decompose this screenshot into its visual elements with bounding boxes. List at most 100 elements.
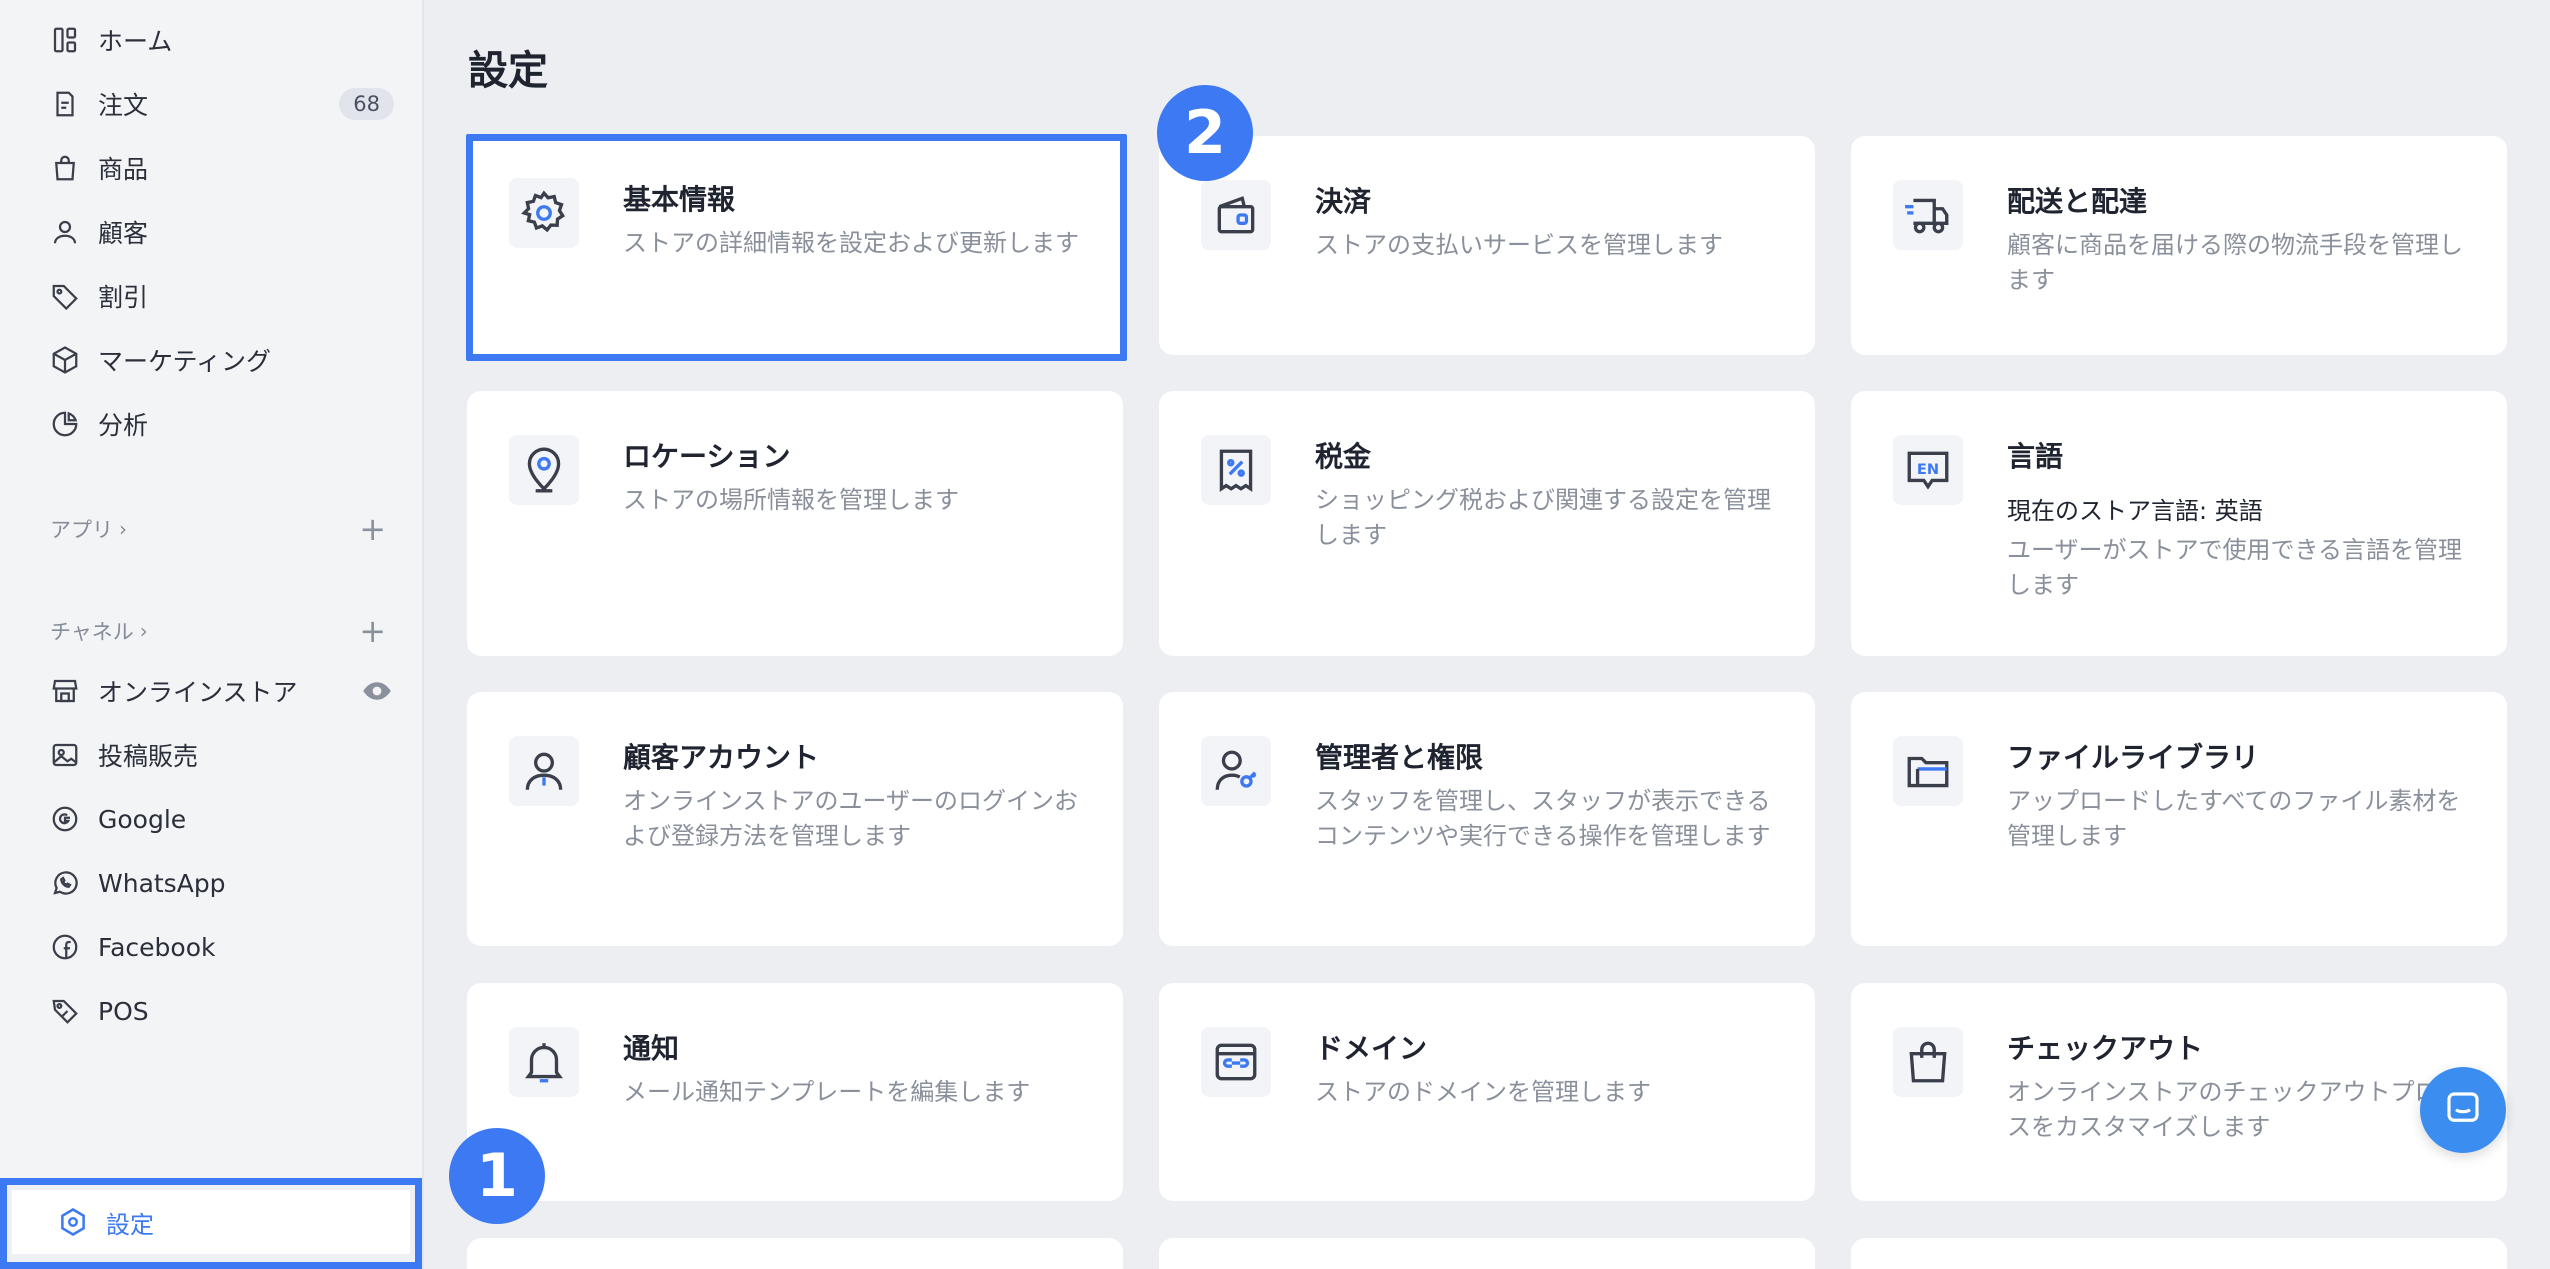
card-basic-info[interactable]: 基本情報 ストアの詳細情報を設定および更新します [466, 134, 1127, 361]
card-title: 基本情報 [623, 183, 736, 216]
channels-section-header[interactable]: チャネル › + [50, 611, 386, 651]
card-title: 管理者と権限 [1315, 741, 1484, 774]
order-count-badge: 68 [339, 88, 394, 120]
card-title: ドメイン [1315, 1032, 1428, 1065]
order-icon [48, 87, 82, 121]
tag-icon [48, 279, 82, 313]
sidebar-item-google[interactable]: Google [48, 795, 394, 843]
sidebar-item-label: POS [98, 996, 149, 1026]
chevron-right-icon: › [119, 517, 127, 541]
card-title: 通知 [623, 1032, 680, 1065]
sidebar-item-label: オンラインストア [98, 678, 298, 707]
sidebar-item-whatsapp[interactable]: WhatsApp [48, 859, 394, 907]
card-taxes[interactable]: 税金 ショッピング税および関連する設定を管理します [1159, 391, 1815, 656]
folder-icon [1893, 736, 1963, 806]
sidebar-item-label: 分析 [98, 411, 149, 440]
card-description: ストアのドメインを管理します [1315, 1078, 1651, 1106]
card-notifications[interactable]: 通知 メール通知テンプレートを編集します [467, 983, 1123, 1201]
shopping-bag-icon [1893, 1027, 1963, 1097]
card-shipping[interactable]: 配送と配達 顧客に商品を届ける際の物流手段を管理します [1851, 136, 2507, 355]
card-customer-accounts[interactable]: 顧客アカウント オンラインストアのユーザーのログインおよび登録方法を管理します [467, 692, 1123, 946]
sidebar-item-label: マーケティング [98, 347, 272, 376]
image-icon [48, 738, 82, 772]
pos-icon [48, 994, 82, 1028]
card-checkout[interactable]: チェックアウト オンラインストアのチェックアウトプロセスをカスタマイズします [1851, 983, 2507, 1201]
sidebar-item-label: Google [98, 804, 187, 834]
chat-icon [2442, 1087, 2484, 1133]
sidebar-item-label: 注文 [98, 91, 149, 120]
step-badge-2: 2 [1157, 85, 1253, 181]
whatsapp-icon [48, 866, 82, 900]
chat-support-button[interactable] [2420, 1067, 2506, 1153]
customer-account-icon [509, 736, 579, 806]
language-en-icon: EN [1893, 435, 1963, 505]
sidebar-item-pos[interactable]: POS [48, 987, 394, 1035]
truck-icon [1893, 180, 1963, 250]
card-admins-permissions[interactable]: 管理者と権限 スタッフを管理し、スタッフが表示できるコンテンツや実行できる操作を… [1159, 692, 1815, 946]
settings-hex-icon [56, 1205, 90, 1239]
wallet-icon [1201, 180, 1271, 250]
sidebar-item-customers[interactable]: 顧客 [48, 208, 394, 256]
card-title: 顧客アカウント [623, 741, 820, 774]
card-description: 顧客に商品を届ける際の物流手段を管理します [2007, 231, 2463, 294]
card-partial[interactable] [467, 1238, 1123, 1269]
card-description: メール通知テンプレートを編集します [623, 1078, 1031, 1106]
tax-receipt-icon [1201, 435, 1271, 505]
sidebar-item-home[interactable]: ホーム [48, 16, 394, 64]
sidebar-item-facebook[interactable]: Facebook [48, 923, 394, 971]
home-icon [48, 23, 82, 57]
sidebar-item-products[interactable]: 商品 [48, 144, 394, 192]
sidebar-item-orders[interactable]: 注文 68 [48, 80, 394, 128]
card-partial[interactable] [1159, 1238, 1815, 1269]
card-languages[interactable]: EN 言語 現在のストア言語: 英語 ユーザーがストアで使用できる言語を管理しま… [1851, 391, 2507, 656]
sidebar-item-online-store[interactable]: オンラインストア [48, 667, 394, 715]
add-app-button[interactable]: + [359, 513, 386, 545]
store-icon [48, 674, 82, 708]
sidebar-item-marketing[interactable]: マーケティング [48, 336, 394, 384]
bag-icon [48, 151, 82, 185]
card-partial[interactable] [1851, 1238, 2507, 1269]
location-pin-icon [509, 435, 579, 505]
card-locations[interactable]: ロケーション ストアの場所情報を管理します [467, 391, 1123, 656]
card-title: 言語 [2007, 440, 2064, 473]
card-description: アップロードしたすべてのファイル素材を管理します [2007, 787, 2461, 850]
card-file-library[interactable]: ファイルライブラリ アップロードしたすべてのファイル素材を管理します [1851, 692, 2507, 946]
card-title: ファイルライブラリ [2007, 741, 2260, 774]
card-description: ユーザーがストアで使用できる言語を管理します [2007, 536, 2463, 599]
add-channel-button[interactable]: + [359, 615, 386, 647]
sidebar-item-analytics[interactable]: 分析 [48, 400, 394, 448]
page-title: 設定 [468, 48, 548, 94]
sidebar-item-label: ホーム [98, 27, 173, 56]
eye-icon[interactable] [360, 674, 394, 708]
sidebar-item-social-selling[interactable]: 投稿販売 [48, 731, 394, 779]
card-title: 決済 [1315, 185, 1372, 218]
card-description: ストアの支払いサービスを管理します [1315, 231, 1723, 259]
sidebar-item-label: 投稿販売 [98, 742, 199, 771]
sidebar-item-settings[interactable]: 設定 [12, 1190, 410, 1254]
card-title: 配送と配達 [2007, 185, 2148, 218]
card-description: スタッフを管理し、スタッフが表示できるコンテンツや実行できる操作を管理します [1315, 787, 1771, 850]
sidebar: ホーム 注文 68 商品 顧客 割引 マーケティング 分析 アプリ › + チャ… [0, 0, 424, 1269]
card-domains[interactable]: ドメイン ストアのドメインを管理します [1159, 983, 1815, 1201]
card-description: ショッピング税および関連する設定を管理します [1315, 486, 1771, 549]
card-title: ロケーション [623, 440, 791, 473]
card-description: オンラインストアのチェックアウトプロセスをカスタマイズします [2007, 1078, 2463, 1141]
card-payments[interactable]: 決済 ストアの支払いサービスを管理します [1159, 136, 1815, 355]
user-icon [48, 215, 82, 249]
bell-icon [509, 1027, 579, 1097]
card-title: 税金 [1315, 440, 1372, 473]
current-language-text: 現在のストア言語: 英語 [2007, 497, 2263, 525]
step-badge-1: 1 [449, 1128, 545, 1224]
pie-chart-icon [48, 407, 82, 441]
gear-icon [509, 178, 579, 248]
card-description: ストアの詳細情報を設定および更新します [623, 229, 1079, 257]
sidebar-item-label: 設定 [106, 1210, 154, 1239]
card-description: ストアの場所情報を管理します [623, 486, 959, 514]
sidebar-item-label: WhatsApp [98, 868, 226, 898]
admin-key-icon [1201, 736, 1271, 806]
sidebar-item-discounts[interactable]: 割引 [48, 272, 394, 320]
sidebar-item-settings-highlight: 設定 [0, 1178, 422, 1269]
apps-section-header[interactable]: アプリ › + [50, 509, 386, 549]
domain-link-icon [1201, 1027, 1271, 1097]
cube-icon [48, 343, 82, 377]
